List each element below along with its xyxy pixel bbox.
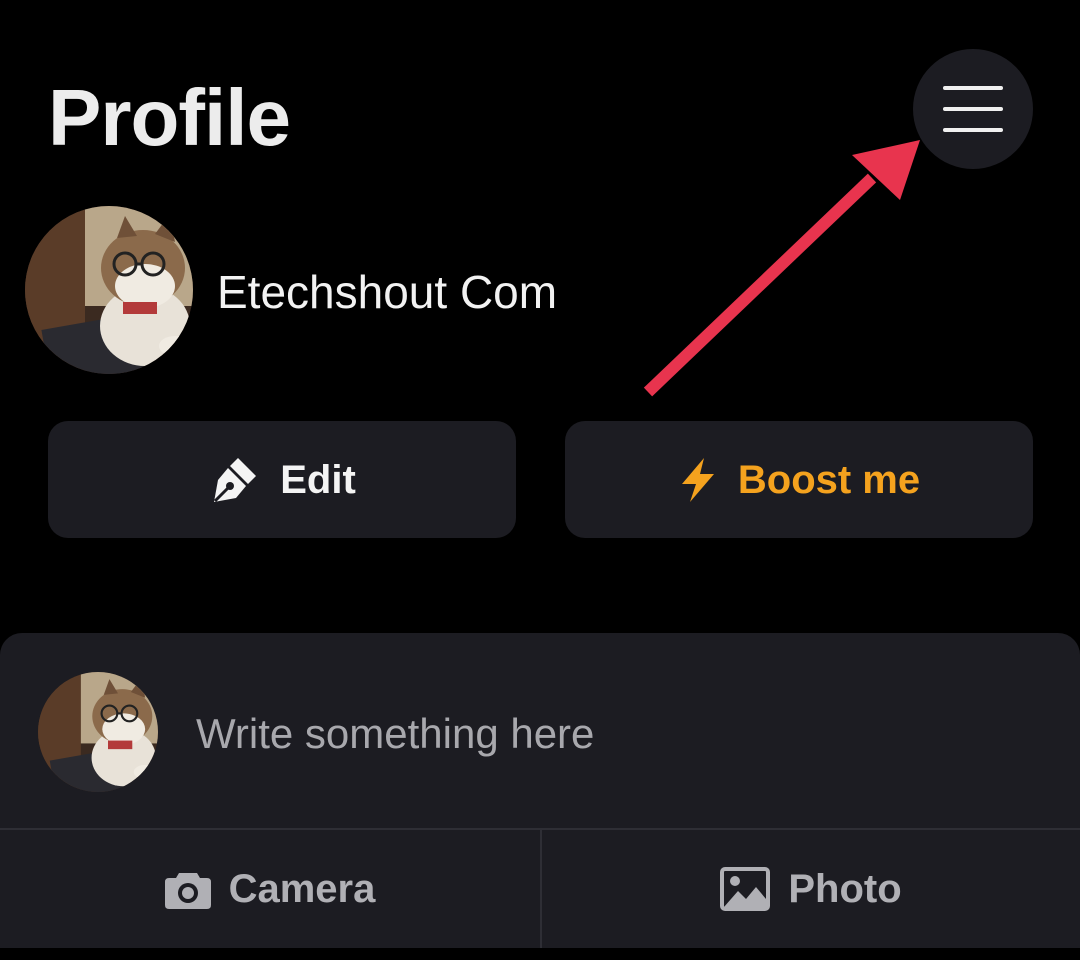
page-title: Profile — [48, 73, 291, 162]
boost-me-button[interactable]: Boost me — [565, 421, 1033, 538]
camera-button[interactable]: Camera — [0, 830, 540, 948]
photo-label: Photo — [788, 867, 902, 911]
bottom-edge — [0, 948, 1080, 960]
pen-nib-icon — [214, 457, 257, 502]
photo-button[interactable]: Photo — [542, 830, 1080, 948]
cat-avatar-image — [38, 672, 158, 792]
boost-me-label: Boost me — [737, 457, 921, 502]
menu-button[interactable] — [913, 49, 1033, 169]
edit-label: Edit — [280, 457, 356, 502]
camera-label: Camera — [228, 867, 376, 911]
edit-button[interactable]: Edit — [48, 421, 516, 538]
composer-avatar — [38, 672, 158, 792]
composer-input[interactable]: Write something here — [196, 706, 996, 762]
user-name: Etechshout Com — [217, 266, 558, 318]
profile-avatar[interactable] — [25, 206, 193, 374]
cat-avatar-image — [25, 206, 193, 374]
camera-icon — [164, 873, 211, 909]
image-icon — [720, 867, 771, 911]
lightning-bolt-icon — [681, 457, 714, 502]
hamburger-menu-icon — [943, 86, 1003, 132]
